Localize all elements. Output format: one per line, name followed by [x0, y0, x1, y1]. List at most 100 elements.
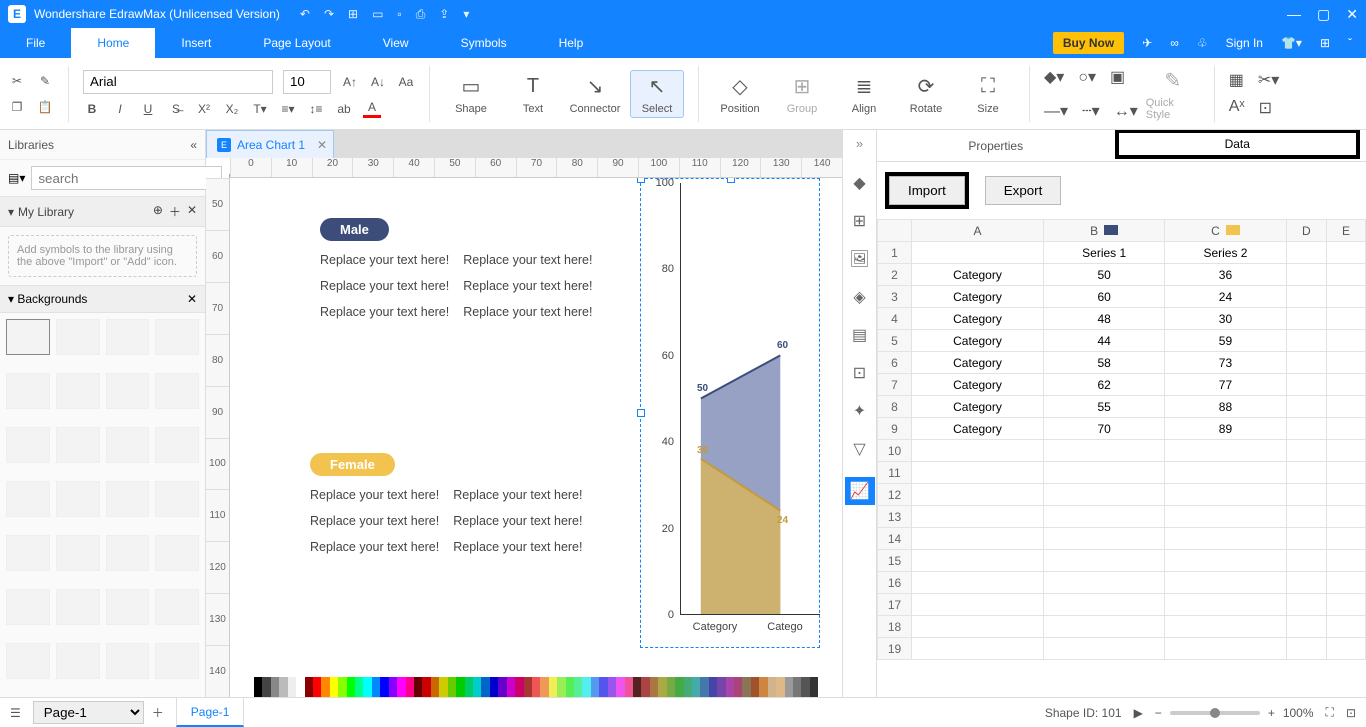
- zoom-in-icon[interactable]: +: [1268, 706, 1275, 720]
- background-thumb[interactable]: [106, 589, 150, 625]
- dimension-tool-icon[interactable]: ⊡: [853, 363, 866, 383]
- background-thumb[interactable]: [6, 589, 50, 625]
- save-icon[interactable]: ▫: [397, 7, 401, 22]
- background-thumb[interactable]: [155, 535, 199, 571]
- line-spacing-icon[interactable]: ↕≡: [307, 100, 325, 118]
- find-icon[interactable]: ▦: [1229, 70, 1244, 90]
- background-thumb[interactable]: [6, 535, 50, 571]
- focus-tool-icon[interactable]: ✦: [853, 401, 866, 421]
- document-tab[interactable]: E Area Chart 1 ✕: [206, 130, 334, 158]
- background-thumb[interactable]: [6, 427, 50, 463]
- close-icon[interactable]: ✕: [1346, 6, 1358, 23]
- chart-tool-icon[interactable]: 📈: [845, 477, 875, 505]
- background-thumb[interactable]: [155, 373, 199, 409]
- connector-button[interactable]: ↘Connector: [568, 73, 622, 115]
- background-thumb[interactable]: [56, 481, 100, 517]
- decrease-font-icon[interactable]: A↓: [369, 73, 387, 91]
- color-palette-bar[interactable]: [230, 677, 842, 697]
- mylibrary-section[interactable]: My Library: [18, 205, 74, 219]
- line-icon[interactable]: ○▾: [1078, 67, 1096, 87]
- background-thumb[interactable]: [56, 427, 100, 463]
- menu-file[interactable]: File: [0, 28, 71, 58]
- apps-icon[interactable]: ⊞: [1320, 36, 1330, 50]
- crop-icon[interactable]: ✂▾: [1258, 70, 1279, 90]
- export-icon[interactable]: ⇪: [439, 7, 449, 22]
- font-size-input[interactable]: [283, 70, 331, 94]
- background-thumb[interactable]: [155, 481, 199, 517]
- qat-more-icon[interactable]: ▾: [463, 7, 469, 22]
- shadow-icon[interactable]: ▣: [1110, 67, 1125, 87]
- data-table[interactable]: ABCDE1Series 1Series 22Category50363Cate…: [877, 219, 1366, 697]
- background-thumb[interactable]: [106, 481, 150, 517]
- grid-tool-icon[interactable]: ⊞: [853, 211, 866, 231]
- dashstyle-icon[interactable]: ┄▾: [1082, 101, 1100, 121]
- export-button[interactable]: Export: [985, 176, 1062, 205]
- highlight-icon[interactable]: ab: [335, 100, 353, 118]
- format-painter-icon[interactable]: ✎: [36, 72, 54, 90]
- redo-icon[interactable]: ↷: [324, 7, 334, 22]
- page-tab[interactable]: Page-1: [176, 698, 245, 727]
- area-chart[interactable]: 020406080100 50 60 36 24 CategoryC: [650, 183, 820, 643]
- increase-font-icon[interactable]: A↑: [341, 73, 359, 91]
- shape-button[interactable]: ▭Shape: [444, 73, 498, 115]
- group-button[interactable]: ⊞Group: [775, 73, 829, 115]
- linestyle-icon[interactable]: —▾: [1044, 101, 1068, 121]
- text-button[interactable]: TText: [506, 73, 560, 115]
- background-thumb[interactable]: [56, 319, 100, 355]
- share-icon[interactable]: ∞: [1170, 36, 1179, 50]
- female-badge[interactable]: Female: [310, 453, 395, 476]
- print-icon[interactable]: ⎙: [416, 7, 426, 22]
- image-tool-icon[interactable]: 🖼: [849, 249, 869, 269]
- quickstyle-button[interactable]: ✎Quick Style: [1146, 67, 1200, 121]
- backgrounds-section[interactable]: Backgrounds: [17, 292, 87, 306]
- bold-icon[interactable]: B: [83, 100, 101, 118]
- close-backgrounds-icon[interactable]: ✕: [187, 292, 197, 306]
- background-thumb[interactable]: [56, 535, 100, 571]
- undo-icon[interactable]: ↶: [300, 7, 310, 22]
- background-thumb[interactable]: [155, 589, 199, 625]
- background-thumb[interactable]: [155, 427, 199, 463]
- background-thumb[interactable]: [6, 481, 50, 517]
- send-icon[interactable]: ✈: [1142, 36, 1152, 50]
- presentation-icon[interactable]: ▶: [1134, 706, 1143, 720]
- background-thumb[interactable]: [56, 373, 100, 409]
- font-color-icon[interactable]: A: [363, 100, 381, 118]
- page-selector[interactable]: Page-1: [33, 701, 144, 724]
- menu-insert[interactable]: Insert: [155, 28, 237, 58]
- fill-icon[interactable]: ◆▾: [1044, 67, 1064, 87]
- page-tool-icon[interactable]: ▤: [852, 325, 867, 345]
- outline-view-icon[interactable]: ☰: [10, 706, 21, 720]
- expand-panel-icon[interactable]: »: [856, 136, 863, 151]
- collapse-ribbon-icon[interactable]: ˇ: [1348, 36, 1352, 50]
- background-thumb[interactable]: [106, 427, 150, 463]
- fullscreen-icon[interactable]: ⊡: [1346, 706, 1356, 720]
- close-tab-icon[interactable]: ✕: [317, 138, 327, 152]
- background-thumb[interactable]: [106, 535, 150, 571]
- subscript-icon[interactable]: X₂: [223, 100, 241, 118]
- signin-link[interactable]: Sign In: [1226, 36, 1263, 50]
- add-symbol-icon[interactable]: ＋: [169, 203, 181, 220]
- background-thumb[interactable]: [56, 589, 100, 625]
- maximize-icon[interactable]: ▢: [1317, 6, 1330, 23]
- background-thumb[interactable]: [106, 319, 150, 355]
- background-thumb[interactable]: [155, 643, 199, 679]
- close-lib-icon[interactable]: ✕: [187, 203, 197, 220]
- zoom-slider[interactable]: [1170, 711, 1260, 715]
- library-menu-icon[interactable]: ▤▾: [8, 171, 25, 185]
- minimize-icon[interactable]: —: [1287, 6, 1301, 23]
- canvas[interactable]: Male Replace your text here!Replace your…: [230, 178, 842, 677]
- add-page-icon[interactable]: ＋: [152, 704, 164, 721]
- background-thumb[interactable]: [106, 643, 150, 679]
- menu-symbols[interactable]: Symbols: [435, 28, 533, 58]
- menu-pagelayout[interactable]: Page Layout: [237, 28, 356, 58]
- import-lib-icon[interactable]: ⊕: [153, 203, 163, 220]
- collapse-panel-icon[interactable]: «: [190, 138, 197, 152]
- underline-icon[interactable]: U: [139, 100, 157, 118]
- properties-tab[interactable]: Properties: [877, 130, 1115, 161]
- text-align-icon[interactable]: T▾: [251, 100, 269, 118]
- new-icon[interactable]: ⊞: [348, 7, 358, 22]
- clear-format-icon[interactable]: Aˣ: [1229, 98, 1245, 118]
- background-thumb[interactable]: [6, 643, 50, 679]
- zoom-out-icon[interactable]: −: [1155, 706, 1162, 720]
- arrowstyle-icon[interactable]: ↔▾: [1114, 101, 1138, 121]
